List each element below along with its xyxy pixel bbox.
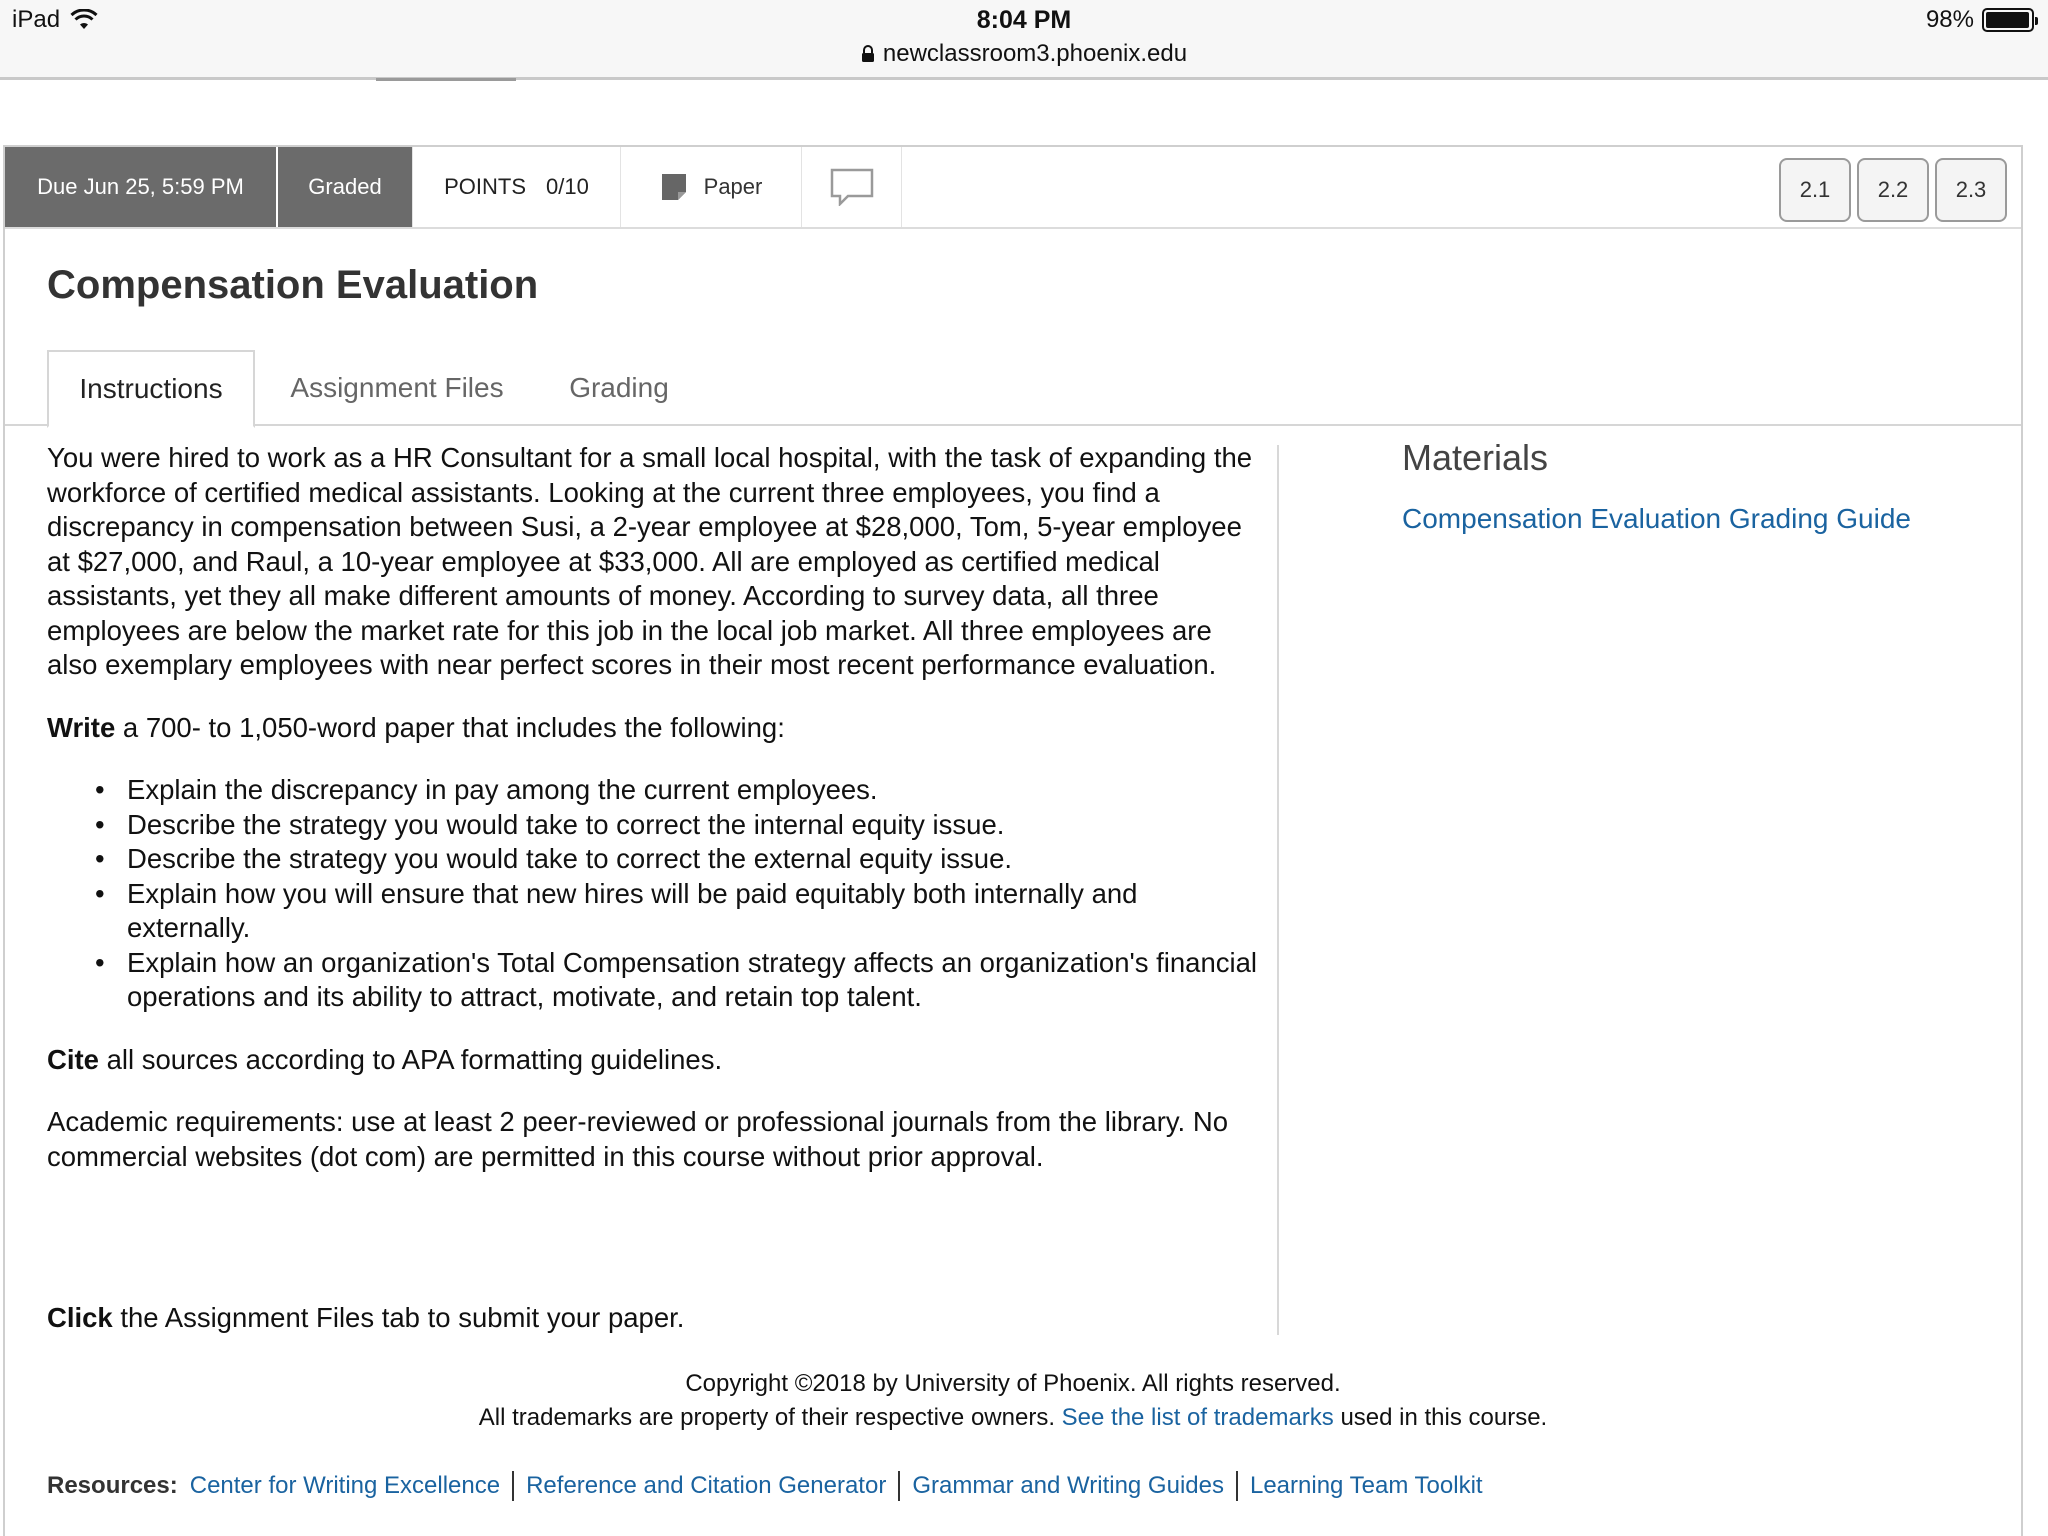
intro-paragraph: You were hired to work as a HR Consultan… bbox=[47, 442, 1253, 680]
trademarks-line: All trademarks are property of their res… bbox=[478, 1404, 1548, 1431]
materials-heading: Materials bbox=[1402, 437, 1549, 478]
instructions-body: You were hired to work as a HR Consultan… bbox=[47, 441, 1267, 1202]
trademarks-link[interactable]: See the list of trademarks bbox=[1062, 1404, 1334, 1431]
cite-paragraph: Cite all sources according to APA format… bbox=[47, 1043, 723, 1075]
section-pager: 2.1 2.2 2.3 bbox=[1779, 158, 2007, 222]
comment-button[interactable] bbox=[802, 147, 902, 227]
assignment-tabs: Instructions Assignment Files Grading bbox=[5, 350, 2021, 428]
browser-progress-indicator bbox=[376, 78, 516, 81]
writing-excellence-link[interactable]: Center for Writing Excellence bbox=[190, 1472, 500, 1500]
tab-assignment-files[interactable]: Assignment Files bbox=[277, 350, 517, 426]
resources-label: Resources: bbox=[47, 1472, 178, 1499]
points-display: POINTS 0/10 bbox=[413, 147, 621, 227]
divider bbox=[898, 1471, 901, 1501]
paper-type: Paper bbox=[621, 147, 802, 227]
status-time: 8:04 PM bbox=[976, 6, 1072, 34]
divider bbox=[512, 1471, 515, 1501]
status-right: 98% bbox=[1925, 6, 2038, 34]
citation-generator-link[interactable]: Reference and Citation Generator bbox=[526, 1472, 886, 1500]
list-item: Explain how an organization's Total Comp… bbox=[47, 946, 1267, 1015]
battery-percent: 98% bbox=[1925, 6, 1974, 33]
grammar-guides-link[interactable]: Grammar and Writing Guides bbox=[912, 1472, 1224, 1500]
points-label: POINTS bbox=[444, 174, 527, 199]
points-value: 0/10 bbox=[546, 174, 589, 199]
requirements-list: Explain the discrepancy in pay among the… bbox=[47, 773, 1267, 1015]
ios-status-bar: iPad 8:04 PM newclassroom3.phoenix.edu 9… bbox=[0, 0, 2048, 80]
paper-icon bbox=[661, 174, 686, 200]
write-paragraph: Write a 700- to 1,050-word paper that in… bbox=[47, 711, 785, 743]
list-item: Explain the discrepancy in pay among the… bbox=[47, 773, 1267, 808]
lock-icon bbox=[861, 45, 874, 62]
section-2-2-button[interactable]: 2.2 bbox=[1857, 158, 1929, 222]
due-date: Due Jun 25, 5:59 PM bbox=[5, 147, 278, 227]
copyright-text: Copyright ©2018 by University of Phoenix… bbox=[685, 1370, 1341, 1397]
academic-paragraph: Academic requirements: use at least 2 pe… bbox=[47, 1106, 1228, 1172]
battery-icon bbox=[1982, 8, 2038, 32]
grading-guide-link[interactable]: Compensation Evaluation Grading Guide bbox=[1402, 503, 1911, 535]
resources-bar: Resources: Center for Writing Excellence… bbox=[47, 1471, 1483, 1501]
section-2-3-button[interactable]: 2.3 bbox=[1935, 158, 2007, 222]
copyright-footer: Copyright ©2018 by University of Phoenix… bbox=[5, 1367, 2021, 1435]
page-title: Compensation Evaluation bbox=[47, 263, 539, 307]
assignment-panel: Due Jun 25, 5:59 PM Graded POINTS 0/10 P… bbox=[3, 145, 2023, 1536]
assignment-toolbar: Due Jun 25, 5:59 PM Graded POINTS 0/10 P… bbox=[5, 147, 2021, 229]
section-2-1-button[interactable]: 2.1 bbox=[1779, 158, 1851, 222]
list-item: Describe the strategy you would take to … bbox=[47, 842, 1267, 877]
tab-instructions[interactable]: Instructions bbox=[47, 350, 255, 428]
tab-grading[interactable]: Grading bbox=[545, 350, 693, 426]
column-divider bbox=[1277, 445, 1279, 1335]
url-text: newclassroom3.phoenix.edu bbox=[882, 40, 1188, 67]
paper-label: Paper bbox=[703, 174, 763, 199]
comment-icon bbox=[830, 168, 873, 206]
address-bar[interactable]: newclassroom3.phoenix.edu bbox=[0, 40, 2048, 68]
submit-hint: Click the Assignment Files tab to submit… bbox=[47, 1302, 685, 1333]
divider bbox=[1235, 1471, 1238, 1501]
list-item: Explain how you will ensure that new hir… bbox=[47, 877, 1267, 946]
graded-badge: Graded bbox=[278, 147, 413, 227]
team-toolkit-link[interactable]: Learning Team Toolkit bbox=[1250, 1472, 1483, 1500]
list-item: Describe the strategy you would take to … bbox=[47, 808, 1267, 843]
